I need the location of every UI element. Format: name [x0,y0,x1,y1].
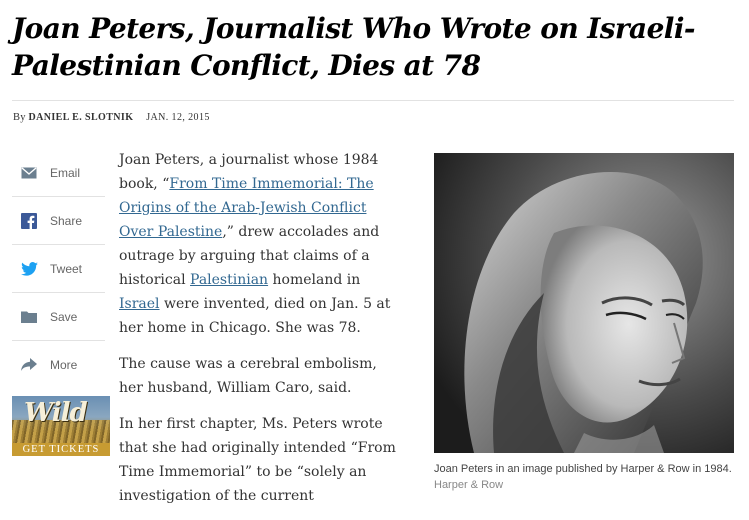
byline-prefix: By [13,112,26,123]
get-tickets-button[interactable]: GET TICKETS [12,443,110,456]
publish-date: JAN. 12, 2015 [146,112,210,123]
ad-logo: Wild [24,398,88,428]
envelope-icon [20,164,38,182]
share-email-label: Email [50,165,81,180]
byline: By DANIEL E. SLOTNIK JAN. 12, 2015 [13,112,210,123]
save-label: Save [50,309,78,324]
paragraph-3: In her first chapter, Ms. Peters wrote t… [119,416,396,504]
share-twitter-label: Tweet [50,261,83,276]
share-email-button[interactable]: Email [12,149,105,197]
share-arrow-icon [20,356,38,374]
share-tools: Email Share Tweet Save More [12,149,105,388]
more-share-button[interactable]: More [12,341,105,388]
israel-topic-link[interactable]: Israel [119,296,160,312]
author-link[interactable]: DANIEL E. SLOTNIK [28,112,133,123]
portrait-illustration [434,153,734,453]
facebook-icon [20,212,38,230]
photo-caption: Joan Peters in an image published by Har… [434,461,736,493]
headline-line-1: Joan Peters, Journalist Who Wrote on Isr… [12,12,695,45]
article-headline: Joan Peters, Journalist Who Wrote on Isr… [12,10,742,84]
article-photo[interactable] [434,153,734,453]
paragraph-1-text-d: were invented, died on Jan. 5 at her hom… [119,296,391,336]
save-button[interactable]: Save [12,293,105,341]
paragraph-1-text-c: homeland in [268,272,361,288]
folder-icon [20,308,38,326]
more-label: More [50,357,78,372]
caption-text: Joan Peters in an image published by Har… [434,463,732,475]
paragraph-2: The cause was a cerebral embolism, her h… [119,356,377,396]
advertisement-wild-tickets[interactable]: Wild GET TICKETS [12,396,110,456]
article-body: Joan Peters, a journalist whose 1984 boo… [119,148,399,520]
twitter-icon [20,260,38,278]
paragraph-1: Joan Peters, a journalist whose 1984 boo… [119,148,399,340]
share-facebook-button[interactable]: Share [12,197,105,245]
share-facebook-label: Share [50,213,83,228]
header-divider [12,100,734,101]
palestinian-topic-link[interactable]: Palestinian [190,272,268,288]
share-twitter-button[interactable]: Tweet [12,245,105,293]
photo-credit: Harper & Row [434,479,504,491]
headline-line-2: Palestinian Conflict, Dies at 78 [12,49,481,82]
